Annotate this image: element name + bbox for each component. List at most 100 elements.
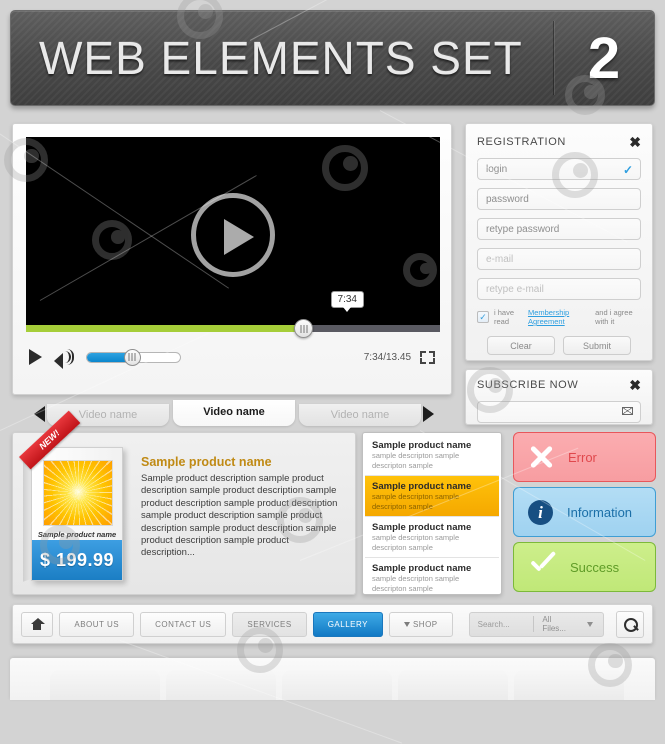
chevron-right-icon[interactable] [423, 406, 434, 422]
registration-title: REGISTRATION [477, 136, 566, 148]
registration-buttons: Clear Submit [477, 336, 641, 355]
footer-tab[interactable] [514, 670, 624, 700]
footer-strip [10, 658, 655, 700]
video-controls: 7:34/13.45 [26, 341, 438, 373]
checkmark-icon: ✓ [622, 163, 633, 177]
product-text: Sample product name Sample product descr… [141, 443, 345, 584]
password-field-value: password [486, 193, 529, 205]
success-alert-label: Success [570, 559, 620, 575]
nav-gallery-button[interactable]: GALLERY [312, 611, 383, 637]
information-alert[interactable]: i Information [513, 487, 656, 537]
list-item-title: Sample product name [372, 481, 472, 492]
volume-slider-handle[interactable] [123, 348, 141, 366]
list-item-sub: sample descripton sample descripton samp… [372, 492, 460, 511]
product-name: Sample product name [141, 455, 272, 469]
footer-tab[interactable] [398, 670, 508, 700]
play-icon[interactable] [29, 349, 42, 365]
email-field[interactable]: e-mail [477, 248, 641, 270]
fullscreen-icon[interactable] [420, 350, 435, 364]
retype-email-field[interactable]: retype e-mail [477, 278, 641, 300]
video-progress-handle[interactable] [294, 319, 314, 338]
video-progress-bar[interactable] [26, 319, 440, 338]
search-button[interactable] [616, 610, 644, 638]
box-front-face: Sample product name $ 199.99 [31, 447, 123, 581]
nav-home-button[interactable] [21, 611, 54, 637]
handle-grip-icon [128, 353, 136, 361]
list-item[interactable]: Sample product name sample descripton sa… [365, 517, 499, 558]
nav-services-button[interactable]: SERVICES [232, 611, 307, 637]
video-screen[interactable]: 7:34 [26, 137, 440, 338]
home-icon [30, 618, 45, 630]
product-description: Sample product description sample produc… [141, 473, 338, 559]
product-price-band: $ 199.99 [32, 540, 122, 580]
nav-about-us-button[interactable]: ABOUT US [59, 611, 135, 637]
check-icon [528, 554, 556, 580]
list-item-title: Sample product name [372, 522, 472, 533]
search-group: Search... All Files... [468, 611, 605, 637]
header-banner: WEB ELEMENTS SET 2 [10, 10, 655, 110]
footer-tab[interactable] [282, 670, 392, 700]
search-input[interactable]: Search... [470, 620, 533, 629]
email-field-value: e-mail [486, 253, 514, 265]
list-item-title: Sample product name [372, 440, 472, 451]
product-box-image: NEW! Sample product name $ 199.99 [19, 410, 131, 583]
login-field-value: login [486, 163, 508, 175]
list-item[interactable]: Sample product name sample descripton sa… [365, 558, 499, 594]
footer-tab[interactable] [50, 670, 160, 700]
list-item[interactable]: Sample product name sample descripton sa… [365, 435, 499, 476]
nav-shop-button[interactable]: SHOP [388, 611, 453, 637]
sunburst-icon [43, 460, 113, 526]
retype-password-field[interactable]: retype password [477, 218, 641, 240]
video-time-display: 7:34/13.45 [363, 351, 411, 363]
agreement-text-post: and i agree with it [595, 308, 633, 326]
list-item-sub: sample descripton sample descripton samp… [372, 451, 460, 470]
nav-contact-us-button[interactable]: CONTACT US [140, 611, 227, 637]
success-alert[interactable]: Success [513, 542, 656, 592]
search-icon [623, 617, 638, 632]
close-icon[interactable]: ✖ [629, 135, 641, 149]
agreement-text-pre: i have read [494, 308, 515, 326]
membership-agreement-link[interactable]: Membership Agreement [528, 308, 590, 326]
list-item-selected[interactable]: Sample product name sample descripton sa… [365, 476, 499, 517]
alert-stack: Error i Information Success [513, 432, 656, 597]
agreement-checkbox[interactable]: ✓ [477, 311, 489, 323]
password-field[interactable]: password [477, 188, 641, 210]
clear-button[interactable]: Clear [487, 336, 555, 355]
info-icon: i [528, 499, 553, 525]
seek-tooltip: 7:34 [330, 291, 364, 312]
chevron-left-icon[interactable] [34, 406, 45, 422]
speaker-icon[interactable] [54, 349, 74, 369]
product-box-label: Sample product name [37, 530, 117, 539]
subscribe-title: SUBSCRIBE NOW [477, 379, 579, 391]
retype-password-field-value: retype password [486, 223, 560, 235]
product-price: $ 199.99 [39, 549, 115, 570]
file-filter-select[interactable]: All Files... [533, 615, 603, 633]
chevron-down-icon [587, 621, 594, 627]
bottom-navigation-bar: ABOUT US CONTACT US SERVICES GALLERY SHO… [12, 604, 653, 644]
error-alert[interactable]: Error [513, 432, 656, 482]
subscribe-panel: SUBSCRIBE NOW ✖ [465, 369, 653, 425]
video-tab[interactable]: Video name [299, 404, 421, 426]
envelope-icon[interactable] [622, 407, 633, 415]
page-title: WEB ELEMENTS SET [39, 32, 523, 84]
footer-tab[interactable] [166, 670, 276, 700]
handle-grip-icon [300, 324, 308, 333]
login-field[interactable]: login ✓ [477, 158, 641, 180]
header-set-number: 2 [587, 25, 621, 91]
play-overlay-icon[interactable] [191, 192, 275, 277]
list-item-title: Sample product name [372, 563, 472, 574]
close-icon[interactable]: ✖ [629, 378, 641, 392]
subscribe-email-input[interactable] [477, 401, 641, 423]
chevron-down-icon [403, 621, 410, 627]
list-item-sub: sample descripton sample descripton samp… [372, 574, 460, 593]
product-list[interactable]: Sample product name sample descripton sa… [362, 432, 502, 595]
volume-slider[interactable] [86, 348, 181, 366]
cross-icon [528, 444, 554, 470]
submit-button[interactable]: Submit [563, 336, 631, 355]
nav-shop-label: SHOP [412, 619, 438, 629]
video-tab-active[interactable]: Video name [173, 400, 295, 426]
video-progress-fill [26, 325, 304, 332]
information-alert-label: Information [567, 504, 633, 520]
registration-header: REGISTRATION ✖ [477, 135, 641, 149]
product-panel: NEW! Sample product name $ 199.99 Sample… [12, 410, 356, 595]
